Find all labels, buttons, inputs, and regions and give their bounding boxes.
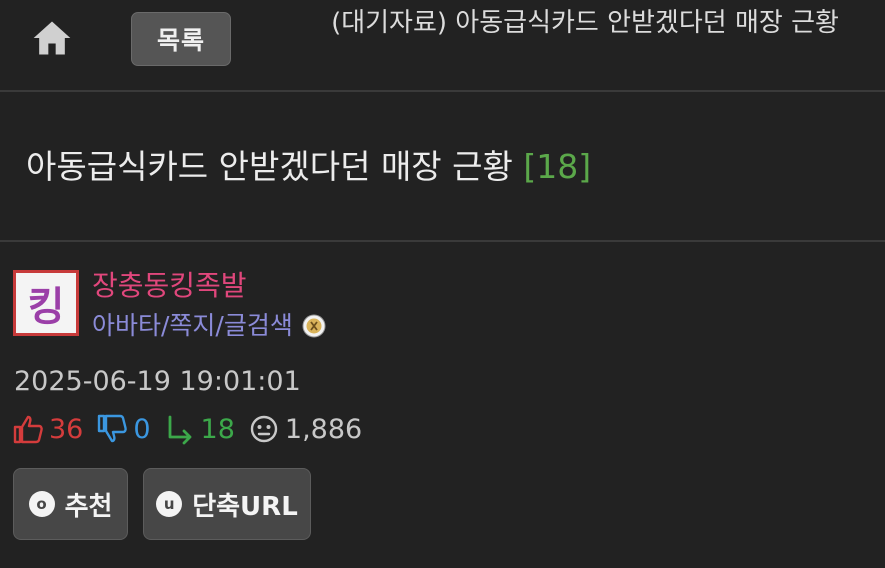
header-title: (대기자료) 아동급식카드 안받겠다던 매장 근황 (331, 8, 839, 38)
post-stats: 36 0 18 1,886 (12, 411, 375, 447)
author-links: 아바타/쪽지/글검색 (92, 309, 326, 343)
post-title[interactable]: 아동급식카드 안받겠다던 매장 근황 [18] (26, 143, 866, 191)
avatar-text: 킹 (27, 284, 65, 330)
upvote-count: 36 (49, 413, 84, 445)
downvote-stat: 0 (96, 413, 151, 445)
comment-count[interactable]: [18] (523, 147, 591, 186)
short-url-label: 단축URL (192, 491, 298, 522)
upvote-stat: 36 (12, 413, 83, 445)
recommend-label: 추천 (64, 491, 113, 522)
reply-stat: 18 (164, 413, 235, 445)
home-button[interactable] (28, 14, 76, 62)
downvote-count: 0 (133, 413, 151, 445)
list-button[interactable]: 목록 (131, 12, 231, 66)
level-badge-icon (302, 314, 326, 338)
short-url-button[interactable]: u 단축URL (143, 468, 311, 540)
avatar[interactable]: 킹 (13, 270, 79, 336)
views-count: 1,886 (284, 413, 363, 445)
views-stat: 1,886 (248, 413, 362, 445)
recommend-icon: o (28, 491, 55, 517)
thumbs-up-icon (13, 415, 43, 444)
reply-count: 18 (200, 413, 235, 445)
top-bar: 목록 (대기자료) 아동급식카드 안받겠다던 매장 근황 (0, 0, 885, 92)
author-nickname[interactable]: 장충동킹족발 (92, 268, 247, 304)
divider (0, 240, 885, 242)
reply-arrow-icon (168, 415, 191, 445)
author-links-text[interactable]: 아바타/쪽지/글검색 (92, 309, 293, 343)
post-title-text: 아동급식카드 안받겠다던 매장 근황 (26, 147, 513, 186)
home-icon (33, 21, 71, 55)
thumbs-down-icon (98, 414, 128, 443)
smiley-icon (250, 415, 278, 443)
recommend-button[interactable]: o 추천 (13, 468, 128, 540)
short-url-icon: u (156, 491, 183, 517)
post-date: 2025-06-19 19:01:01 (14, 366, 301, 397)
